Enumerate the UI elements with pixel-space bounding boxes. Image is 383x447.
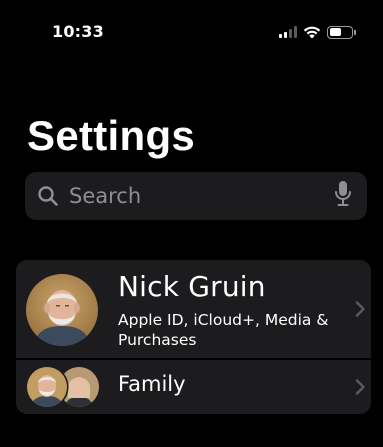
microphone-icon[interactable] <box>334 180 352 208</box>
page-title: Settings <box>27 112 196 159</box>
profile-name: Nick Gruin <box>118 270 266 303</box>
apple-id-cell[interactable]: Nick Gruin Apple ID, iCloud+, Media & Pu… <box>16 260 371 358</box>
profile-subtitle: Apple ID, iCloud+, Media & Purchases <box>118 311 329 349</box>
chevron-right-icon <box>355 379 365 395</box>
status-bar: 10:33 <box>0 0 383 62</box>
search-bar[interactable] <box>25 172 367 220</box>
search-icon <box>38 186 58 206</box>
battery-icon <box>327 25 356 39</box>
status-icons <box>279 24 356 40</box>
family-label: Family <box>118 372 186 396</box>
avatar <box>26 274 98 346</box>
signal-icon <box>279 26 297 38</box>
family-avatars <box>26 366 99 408</box>
search-input[interactable] <box>69 172 339 220</box>
wifi-icon <box>303 26 321 39</box>
chevron-right-icon <box>355 301 365 317</box>
family-cell[interactable]: Family <box>16 360 371 414</box>
status-time: 10:33 <box>52 22 104 41</box>
